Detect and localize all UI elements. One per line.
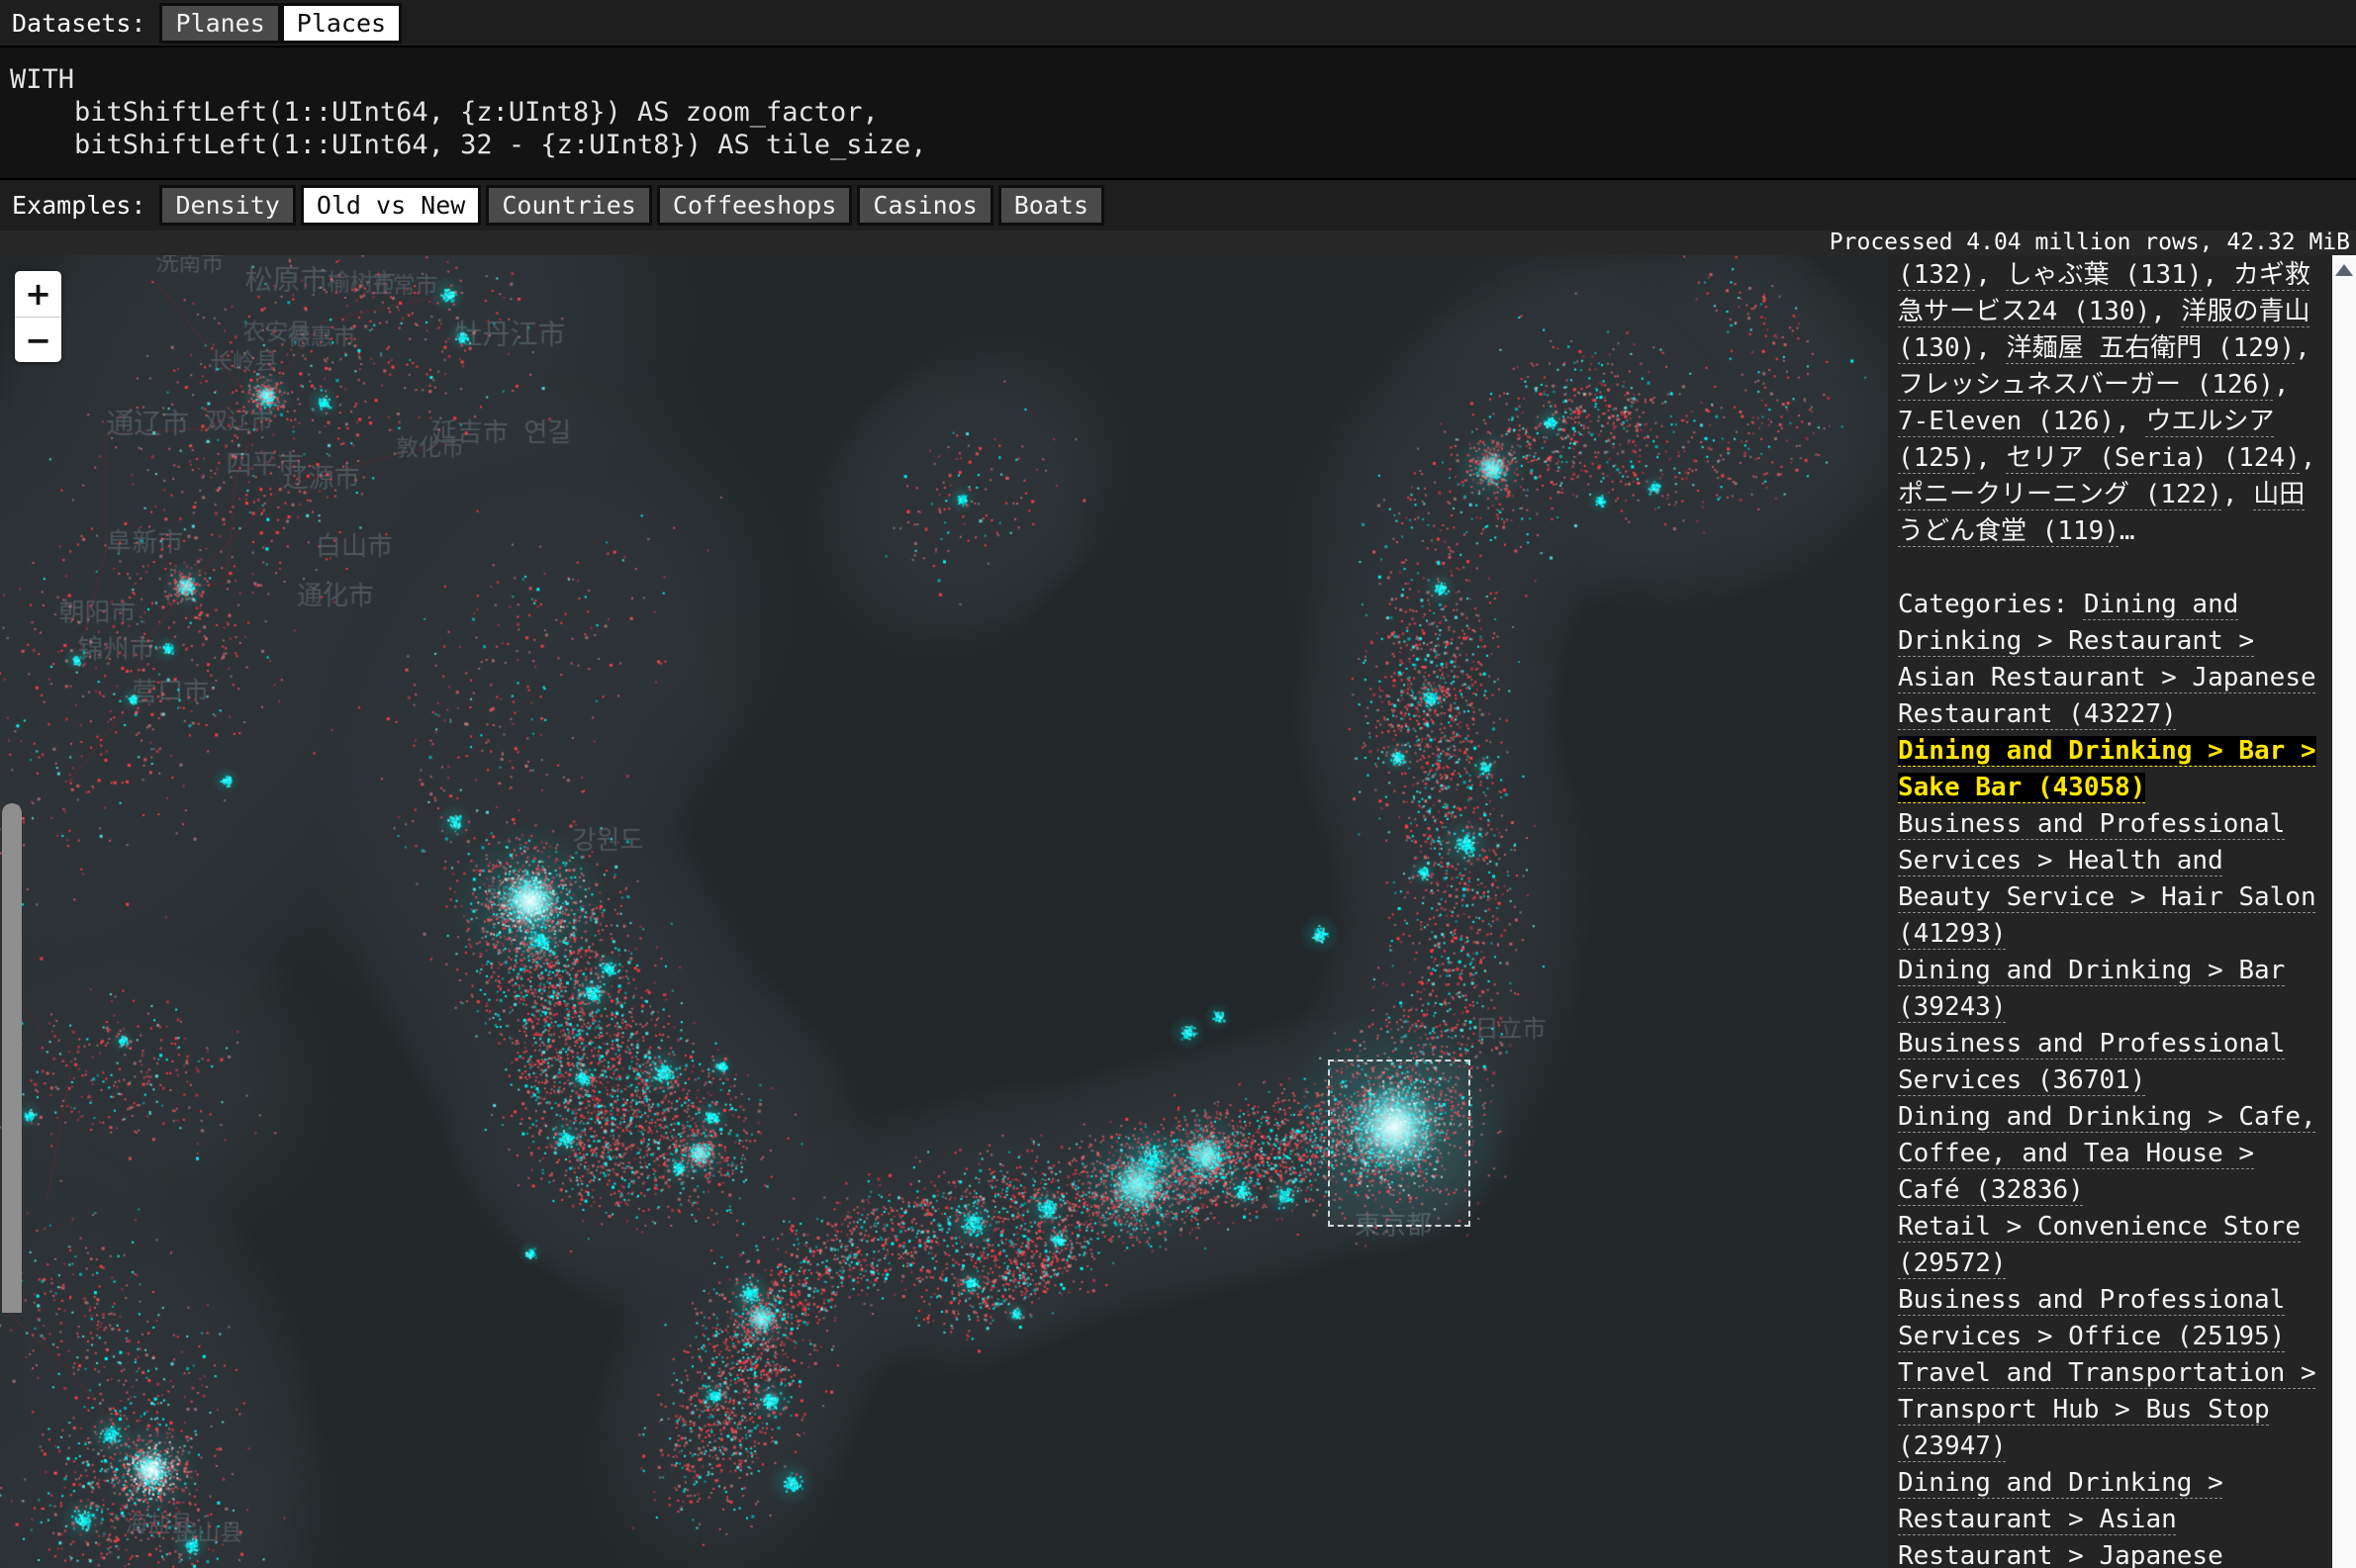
sql-editor[interactable]: WITH bitShiftLeft(1::UInt64, {z:UInt8}) …	[0, 47, 2356, 178]
category-link[interactable]: Business and Professional Services > Off…	[1898, 1285, 2285, 1351]
query-status: Processed 4.04 million rows, 42.32 MiB	[0, 231, 2356, 255]
datasets-button-group: PlanesPlaces	[159, 3, 402, 44]
example-button-countries[interactable]: Countries	[486, 185, 651, 226]
brands-paragraph: (132), しゃぶ葉 (131), カギ救急サービス24 (130), 洋服の…	[1898, 257, 2326, 550]
brand-link[interactable]: しゃぶ葉 (131)	[2007, 260, 2203, 290]
datasets-label: Datasets:	[12, 9, 145, 38]
example-button-boats[interactable]: Boats	[998, 185, 1104, 226]
category-link-highlighted[interactable]: Dining and Drinking > Bar > Sake Bar (43…	[1898, 736, 2316, 802]
brand-link[interactable]: 7-Eleven (126)	[1898, 407, 2115, 436]
category-link[interactable]: Travel and Transportation > Transport Hu…	[1898, 1358, 2316, 1461]
examples-toolbar: Examples: DensityOld vs NewCountriesCoff…	[0, 178, 2356, 231]
panel-scrollbar[interactable]	[2332, 255, 2356, 1568]
dataset-button-planes[interactable]: Planes	[159, 3, 280, 44]
category-link[interactable]: Business and Professional Services (3670…	[1898, 1029, 2285, 1095]
sql-code[interactable]: WITH bitShiftLeft(1::UInt64, {z:UInt8}) …	[0, 47, 2356, 177]
map-zoom-control: + −	[15, 271, 61, 362]
zoom-out-button[interactable]: −	[15, 317, 61, 362]
categories-paragraph: Categories: Dining and Drinking > Restau…	[1898, 587, 2326, 1568]
example-button-casinos[interactable]: Casinos	[857, 185, 992, 226]
category-link[interactable]: Dining and Drinking > Restaurant > Asian…	[1898, 1468, 2223, 1568]
brand-link[interactable]: 洋麺屋 五右衛門 (129)	[2007, 333, 2296, 363]
zoom-in-button[interactable]: +	[15, 271, 61, 317]
category-link[interactable]: Dining and Drinking > Bar (39243)	[1898, 956, 2285, 1022]
brand-link[interactable]: フレッシュネスバーガー (126)	[1898, 370, 2274, 400]
example-button-coffeeshops[interactable]: Coffeeshops	[657, 185, 853, 226]
category-link[interactable]: Dining and Drinking > Cafe, Coffee, and …	[1898, 1102, 2316, 1205]
datasets-toolbar: Datasets: PlanesPlaces	[0, 0, 2356, 47]
panel-scrollbar-thumb[interactable]	[2, 803, 22, 1313]
dataset-button-places[interactable]: Places	[281, 3, 402, 44]
category-link[interactable]: Retail > Convenience Store (29572)	[1898, 1212, 2301, 1278]
brand-link[interactable]: セリア (Seria) (124)	[2007, 443, 2301, 473]
scrollbar-up-arrow-icon[interactable]	[2335, 264, 2353, 276]
map-selection-rectangle	[1328, 1060, 1470, 1227]
examples-label: Examples:	[12, 191, 145, 220]
example-button-old-vs-new[interactable]: Old vs New	[301, 185, 482, 226]
brand-link[interactable]: (132)	[1898, 260, 1975, 290]
category-link[interactable]: Business and Professional Services > Hea…	[1898, 809, 2316, 949]
brand-link[interactable]: ポニークリーニング (122)	[1898, 480, 2222, 509]
example-button-density[interactable]: Density	[159, 185, 295, 226]
categories-label: Categories:	[1898, 590, 2084, 619]
examples-button-group: DensityOld vs NewCountriesCoffeeshopsCas…	[159, 185, 1109, 226]
results-panel: (132), しゃぶ葉 (131), カギ救急サービス24 (130), 洋服の…	[1888, 255, 2332, 1568]
